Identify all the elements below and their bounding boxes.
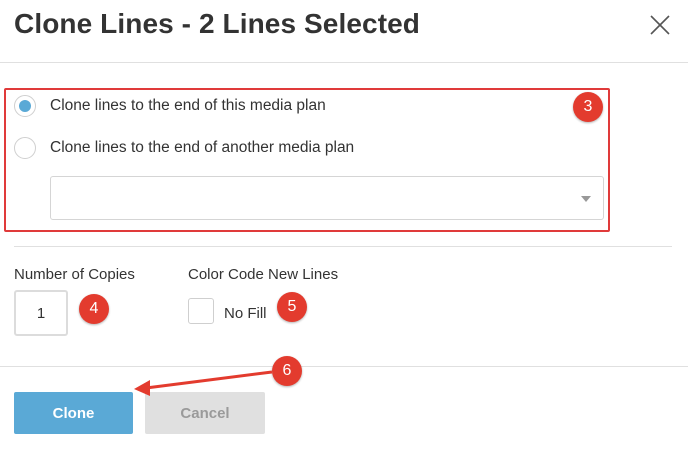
options-divider xyxy=(14,246,672,247)
radio-label-another-plan: Clone lines to the end of another media … xyxy=(50,139,355,156)
close-button[interactable] xyxy=(648,13,672,37)
clone-button[interactable]: Clone xyxy=(14,392,133,434)
footer-divider xyxy=(0,366,688,367)
radio-option-this-plan[interactable]: Clone lines to the end of this media pla… xyxy=(14,95,326,117)
badge-6: 6 xyxy=(272,356,302,386)
chevron-down-icon xyxy=(581,196,591,202)
radio-option-another-plan[interactable]: Clone lines to the end of another media … xyxy=(14,137,354,159)
header-divider xyxy=(0,62,688,63)
color-code-label: Color Code New Lines xyxy=(188,266,339,283)
copies-input[interactable] xyxy=(14,290,68,336)
badge-3: 3 xyxy=(573,92,603,122)
badge-4: 4 xyxy=(79,294,109,324)
close-icon xyxy=(650,15,670,35)
badge-5: 5 xyxy=(277,292,307,322)
no-fill-label: No Fill xyxy=(224,305,267,322)
radio-button-selected[interactable] xyxy=(14,95,36,117)
dialog-title: Clone Lines - 2 Lines Selected xyxy=(14,8,421,39)
radio-label-this-plan: Clone lines to the end of this media pla… xyxy=(50,97,326,114)
no-fill-checkbox[interactable] xyxy=(188,298,214,324)
copies-label: Number of Copies xyxy=(14,266,135,283)
media-plan-select[interactable] xyxy=(50,176,604,220)
cancel-button[interactable]: Cancel xyxy=(145,392,265,434)
radio-button-unselected[interactable] xyxy=(14,137,36,159)
